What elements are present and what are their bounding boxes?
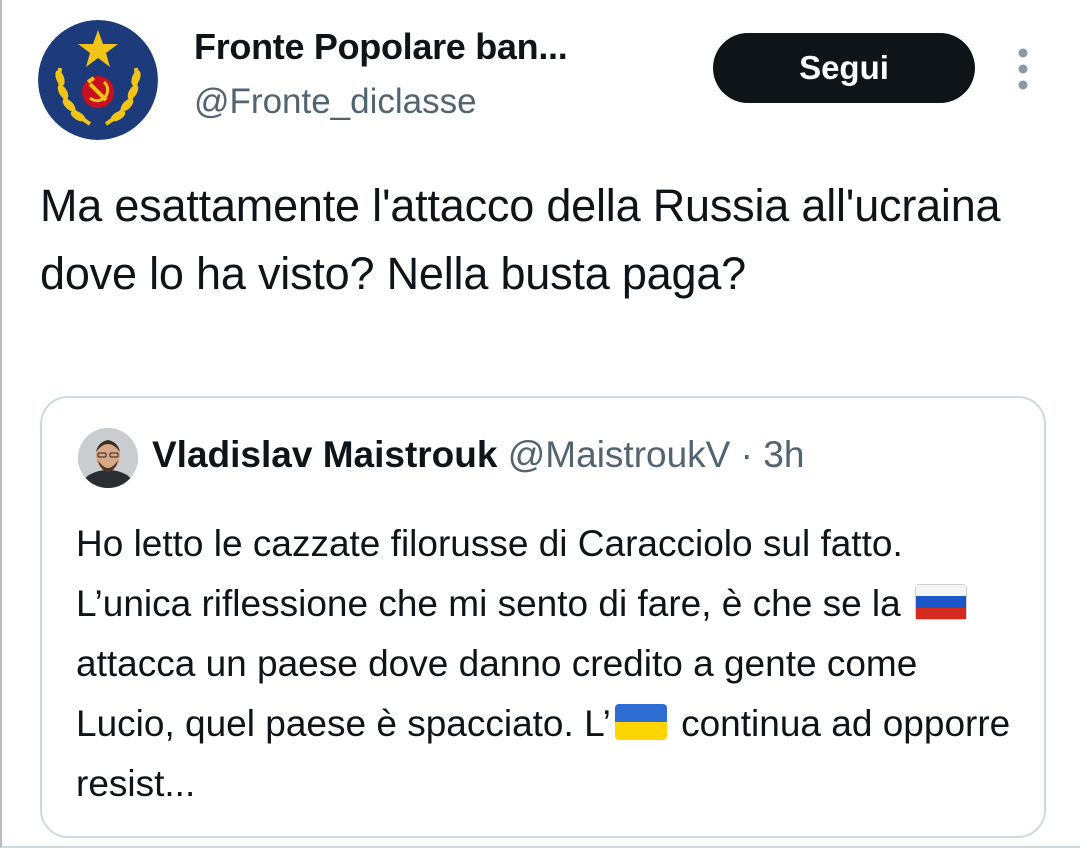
author-avatar[interactable]: [38, 20, 158, 140]
author-display-name[interactable]: Fronte Popolare ban...: [194, 26, 568, 68]
ukraine-flag-icon: [614, 704, 667, 740]
quoted-tweet-text: Ho letto le cazzate filorusse di Caracci…: [76, 514, 1016, 814]
follow-button[interactable]: Segui: [713, 33, 975, 103]
quoted-tweet-time[interactable]: 3h: [763, 434, 804, 475]
separator-dot: ·: [740, 434, 753, 475]
tweet-card: Fronte Popolare ban... @Fronte_diclasse …: [0, 0, 1080, 848]
quoted-tweet-card[interactable]: Vladislav Maistrouk @MaistroukV · 3h Ho …: [40, 396, 1046, 838]
quoted-text-part1: Ho letto le cazzate filorusse di Caracci…: [76, 523, 903, 624]
quoted-author-handle[interactable]: @MaistroukV: [508, 434, 731, 475]
author-handle[interactable]: @Fronte_diclasse: [194, 82, 477, 122]
quoted-tweet-header: Vladislav Maistrouk @MaistroukV · 3h: [152, 434, 804, 476]
quoted-author-name[interactable]: Vladislav Maistrouk: [152, 434, 497, 475]
more-vertical-icon[interactable]: [1006, 44, 1040, 94]
russia-flag-icon: [915, 584, 968, 620]
tweet-text: Ma esattamente l'attacco della Russia al…: [40, 180, 1001, 299]
quoted-author-avatar[interactable]: [78, 428, 138, 488]
hammer-sickle-star-emblem-icon: [38, 20, 158, 140]
